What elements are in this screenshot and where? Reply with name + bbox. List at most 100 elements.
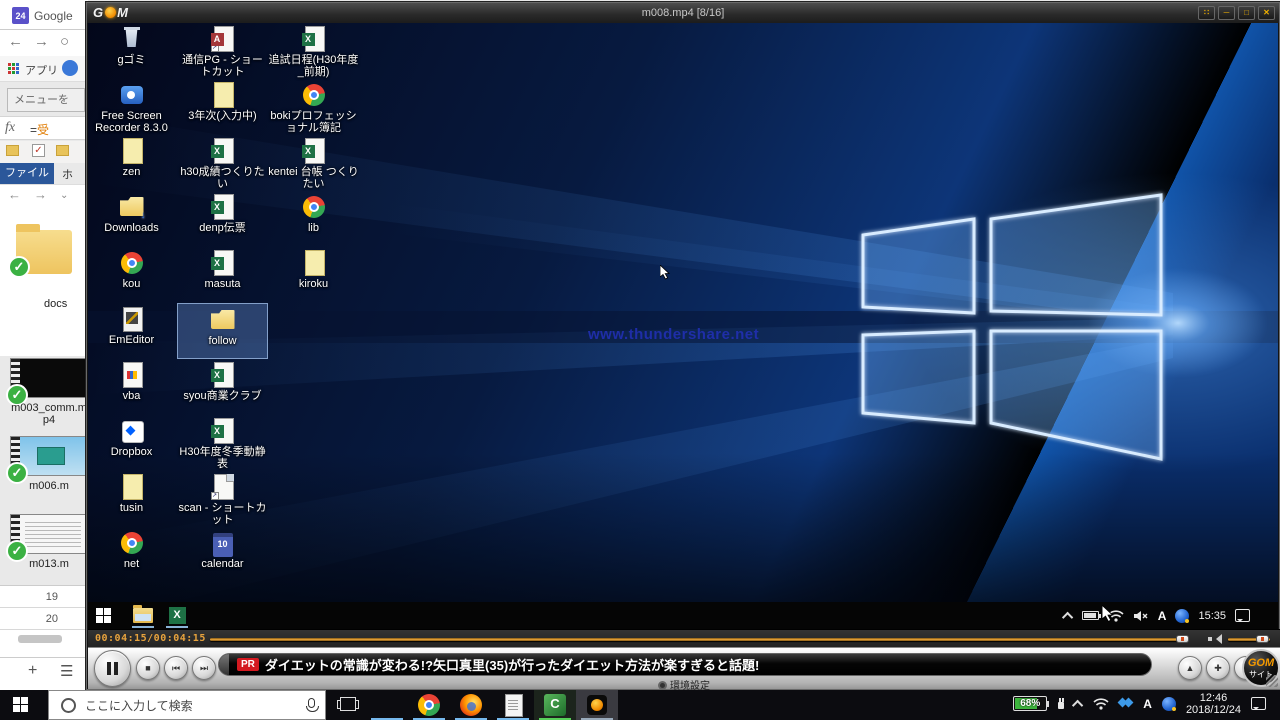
taskbar-app-icon[interactable] — [366, 690, 408, 720]
folder-icon[interactable] — [56, 145, 69, 156]
scrollbar[interactable] — [18, 635, 62, 643]
desktop-icon[interactable]: ↗ bokiプロフェッショナル簿記 — [268, 79, 359, 135]
control-panel-button[interactable]: ∷ — [1198, 6, 1215, 20]
desktop-icon[interactable]: ↗ follow — [177, 303, 268, 359]
desktop-icon[interactable]: ↗ kou — [88, 247, 177, 303]
video-file-item[interactable]: ✓ m003_comm.mp4 — [10, 358, 88, 426]
power-plug-icon[interactable] — [1057, 698, 1065, 710]
cortana-sphere-icon[interactable] — [1175, 609, 1189, 623]
chevron-down-icon[interactable]: ⌄ — [60, 190, 68, 201]
desktop-icon[interactable]: ↗ masuta — [177, 247, 268, 303]
desktop-icon[interactable]: ↗ Free Screen Recorder 8.3.0 — [88, 79, 177, 135]
search-box[interactable]: ここに入力して検索 — [48, 690, 326, 720]
menu-icon[interactable]: ☰ — [60, 662, 73, 680]
desktop-icon[interactable]: ↗ H30年度冬季動静表 — [177, 415, 268, 471]
desktop-icon[interactable]: ↗ 追試日程(H30年度_前期) — [268, 23, 359, 79]
desktop-icon[interactable]: ↗ 通信PG - ショートカット — [177, 23, 268, 79]
excel-taskbar-icon[interactable]: X — [164, 605, 190, 626]
desktop-icon[interactable]: ↗ lib — [268, 191, 359, 247]
desktop-icon[interactable]: ↗ vba — [88, 359, 177, 415]
add-sheet-icon[interactable]: + — [28, 662, 37, 680]
battery-indicator[interactable]: 68% — [1013, 696, 1047, 711]
open-file-button[interactable]: ▲ — [1178, 656, 1202, 680]
battery-icon[interactable] — [1082, 611, 1099, 620]
forward-icon[interactable]: → — [34, 187, 47, 202]
desktop-icon[interactable]: ↗ syou商業クラブ — [177, 359, 268, 415]
excel-search-box[interactable]: メニューを — [7, 88, 85, 112]
browser-tab[interactable]: 24 Google — [0, 0, 88, 30]
minimize-button[interactable]: ─ — [1218, 6, 1235, 20]
row-number[interactable]: 19 — [0, 586, 88, 608]
desktop-icon[interactable]: ↗ Dropbox — [88, 415, 177, 471]
desktop-icon[interactable]: ↗ net — [88, 527, 177, 583]
clock[interactable]: 12:46 2018/12/24 — [1186, 692, 1241, 716]
maximize-button[interactable]: □ — [1238, 6, 1255, 20]
video-file-item[interactable]: ✓ m013.m — [10, 514, 88, 582]
apps-grid-icon[interactable] — [8, 63, 19, 74]
seek-handle[interactable] — [1176, 635, 1189, 643]
video-file-item[interactable]: ✓ m006.m — [10, 436, 88, 504]
start-button[interactable] — [13, 697, 28, 712]
formula-value[interactable]: =受 — [30, 121, 49, 138]
bookmark-favicon[interactable] — [62, 60, 78, 76]
ime-indicator[interactable]: A — [1143, 697, 1152, 711]
action-center-icon[interactable] — [1235, 609, 1250, 622]
microphone-icon[interactable] — [308, 698, 315, 708]
desktop-icon[interactable]: ↗ Downloads — [88, 191, 177, 247]
video-display-area[interactable]: ↗ gゴミ ↗ 通信PG - ショートカット ↗ 追試日程(H30年度_前期) — [88, 23, 1278, 629]
desktop-icon[interactable]: ↗ gゴミ — [88, 23, 177, 79]
start-button[interactable] — [96, 608, 111, 623]
reload-icon[interactable]: ○ — [60, 33, 69, 50]
desktop-icon[interactable]: ↗ EmEditor — [88, 303, 177, 359]
fx-label: fx — [5, 120, 15, 136]
desktop-icon-label: 追試日程(H30年度_前期) — [268, 54, 359, 78]
taskbar-app-icon[interactable] — [576, 690, 618, 720]
excel-file-tab[interactable]: ファイル — [0, 163, 54, 184]
file-icon: ↗ — [210, 474, 236, 500]
desktop-icon[interactable]: ↗ scan - ショートカット — [177, 471, 268, 527]
volume-speaker-icon[interactable] — [1208, 634, 1220, 644]
dropbox-icon[interactable] — [1119, 697, 1133, 711]
taskbar-app-icon[interactable] — [408, 690, 450, 720]
taskbar-app-icon[interactable] — [492, 690, 534, 720]
close-button[interactable]: ✕ — [1258, 6, 1275, 20]
desktop-icon[interactable]: ↗ tusin — [88, 471, 177, 527]
checkbox-icon[interactable]: ✓ — [32, 144, 45, 157]
folder-icon[interactable] — [6, 145, 19, 156]
task-view-button[interactable] — [340, 697, 356, 711]
back-icon[interactable]: ← — [8, 33, 23, 50]
wifi-icon[interactable] — [1093, 697, 1109, 710]
chevron-up-icon[interactable] — [1062, 611, 1073, 622]
excel-home-tab[interactable]: ホ — [62, 166, 73, 182]
file-explorer-taskbar-icon[interactable] — [130, 605, 156, 626]
apps-bookmark[interactable]: アプリ — [25, 62, 58, 78]
back-icon[interactable]: ← — [8, 187, 21, 202]
desktop-icon[interactable]: ↗ kentei 台帳 つくりたい — [268, 135, 359, 191]
desktop-icon[interactable]: ↗ 3年次(入力中) — [177, 79, 268, 135]
desktop-icon[interactable]: ↗ h30成績つくりたい — [177, 135, 268, 191]
desktop-icon[interactable]: ↗ kiroku — [268, 247, 359, 303]
forward-icon[interactable]: → — [34, 33, 49, 50]
gom-titlebar[interactable]: GM m008.mp4 [8/16] ∷ ─ □ ✕ — [87, 3, 1279, 23]
taskbar-app-icon[interactable] — [534, 690, 576, 720]
ime-indicator[interactable]: A — [1158, 609, 1167, 623]
action-center-icon[interactable] — [1251, 697, 1266, 710]
wifi-icon[interactable] — [1108, 609, 1124, 622]
recorded-clock[interactable]: 15:35 — [1198, 610, 1226, 622]
taskbar-app-icon[interactable] — [450, 690, 492, 720]
app-icon — [460, 694, 482, 716]
row-number[interactable]: 20 — [0, 608, 88, 630]
resize-grip[interactable] — [1266, 675, 1278, 687]
file-icon: ↗ — [301, 82, 327, 108]
chevron-up-icon[interactable] — [1072, 699, 1083, 710]
muted-speaker-icon[interactable] — [1133, 610, 1149, 622]
ad-banner[interactable]: PR ダイエットの常識が変わる!?矢口真里(35)が行ったダイエット方法が楽すぎ… — [218, 653, 1152, 676]
desktop-icon[interactable]: ↗ zen — [88, 135, 177, 191]
desktop-icon[interactable]: ↗ calendar — [177, 527, 268, 583]
volume-handle[interactable] — [1256, 635, 1269, 643]
file-icon: ↗ — [210, 362, 236, 388]
control-panel-toggle-button[interactable]: ✚ — [1206, 656, 1230, 680]
cortana-sphere-icon[interactable] — [1162, 697, 1176, 711]
seek-track[interactable] — [210, 638, 1182, 641]
desktop-icon[interactable]: ↗ denp伝票 — [177, 191, 268, 247]
